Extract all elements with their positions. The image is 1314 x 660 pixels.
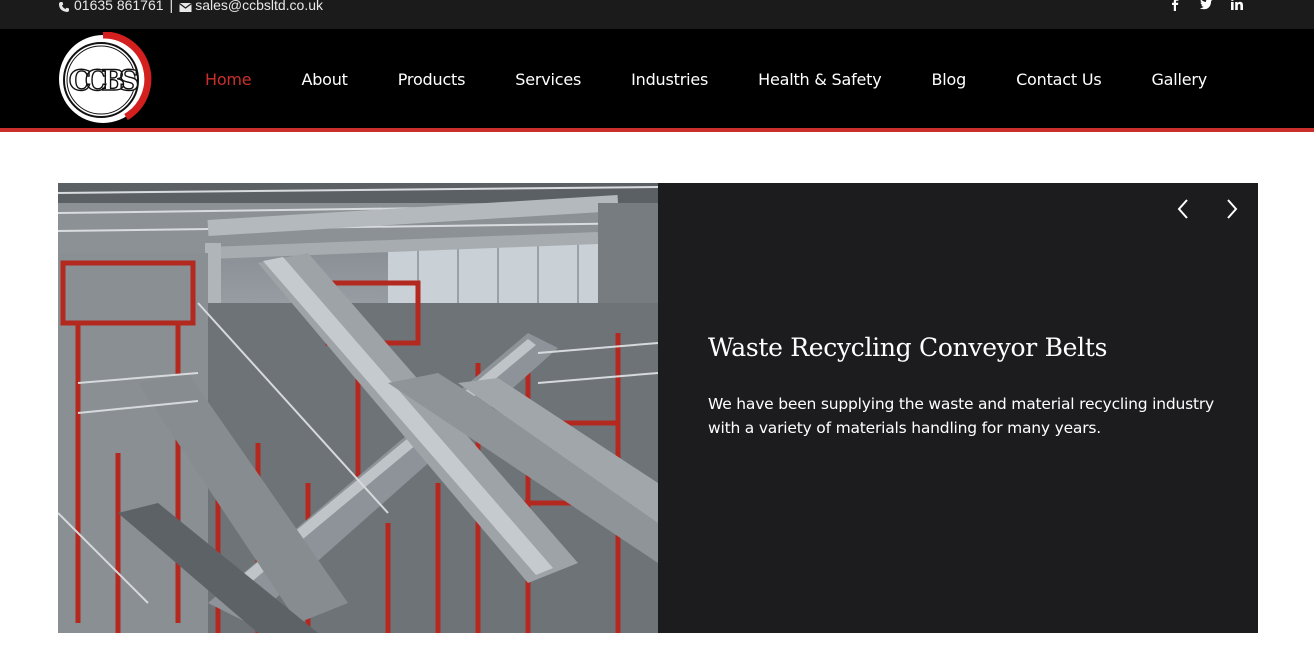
nav-products[interactable]: Products	[373, 70, 491, 89]
linkedin-icon[interactable]	[1230, 0, 1244, 11]
email-link[interactable]: sales@ccbsltd.co.uk	[195, 0, 323, 14]
phone-number[interactable]: 01635 861761	[74, 0, 164, 14]
phone-icon	[58, 0, 70, 12]
nav-about[interactable]: About	[276, 70, 372, 89]
conveyor-plant-image	[58, 183, 658, 633]
nav-contact-us[interactable]: Contact Us	[991, 70, 1126, 89]
contact-separator: |	[169, 0, 174, 13]
slide-title: Waste Recycling Conveyor Belts	[708, 333, 1108, 362]
nav-services[interactable]: Services	[490, 70, 606, 89]
slider-prev-button[interactable]	[1169, 195, 1197, 223]
facebook-icon[interactable]	[1168, 0, 1182, 11]
hero-slider: Waste Recycling Conveyor Belts We have b…	[58, 183, 1258, 633]
twitter-icon[interactable]	[1199, 0, 1213, 11]
slide-caption: Waste Recycling Conveyor Belts We have b…	[708, 333, 1218, 440]
nav-health-safety[interactable]: Health & Safety	[733, 70, 906, 89]
slide-description: We have been supplying the waste and mat…	[708, 395, 1214, 437]
top-bar: 01635 861761 | sales@ccbsltd.co.uk	[0, 0, 1314, 29]
slider-next-button[interactable]	[1218, 195, 1246, 223]
chevron-right-icon	[1227, 199, 1238, 219]
nav-gallery[interactable]: Gallery	[1126, 70, 1232, 89]
main-navigation: Home About Products Services Industries …	[180, 29, 1232, 129]
logo-text: CCBS	[69, 64, 138, 97]
envelope-icon	[179, 0, 193, 12]
nav-blog[interactable]: Blog	[907, 70, 992, 89]
contact-info: 01635 861761 | sales@ccbsltd.co.uk	[58, 0, 323, 14]
site-header: CCBS Home About Products Services Indust…	[0, 29, 1314, 129]
chevron-left-icon	[1177, 199, 1188, 219]
header-accent-line	[0, 128, 1314, 132]
nav-home[interactable]: Home	[180, 70, 276, 89]
nav-industries[interactable]: Industries	[606, 70, 733, 89]
ccbs-logo[interactable]: CCBS	[56, 31, 152, 126]
social-links	[1168, 0, 1244, 11]
